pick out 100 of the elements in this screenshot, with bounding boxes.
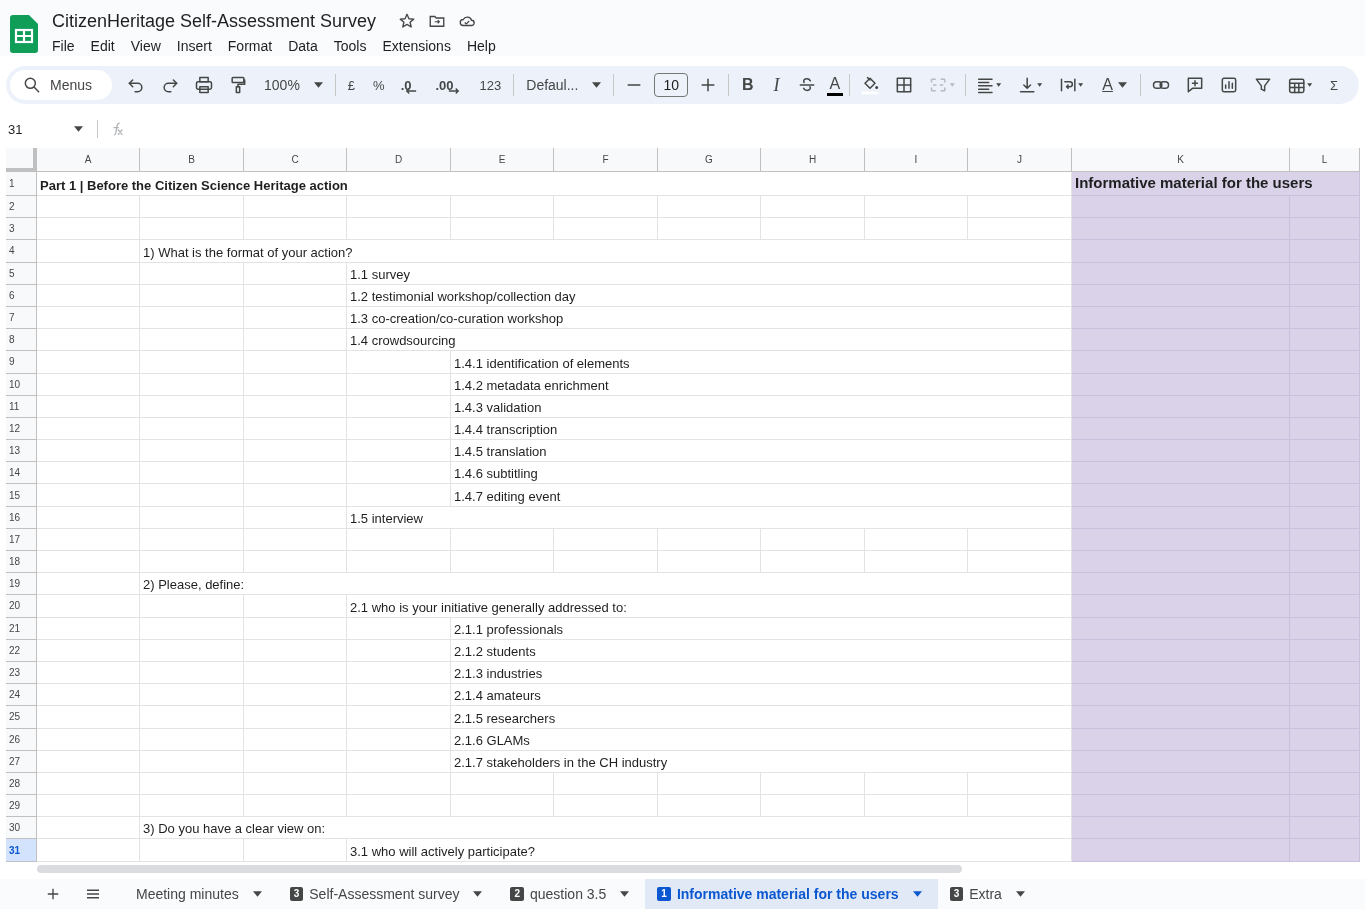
text-rotation-button[interactable]: A bbox=[1095, 71, 1134, 99]
table-cell[interactable] bbox=[1290, 240, 1360, 263]
select-all-corner[interactable] bbox=[6, 148, 37, 172]
table-cell[interactable]: 2.1.3 industries bbox=[451, 661, 1072, 685]
table-cell[interactable] bbox=[244, 306, 347, 330]
table-cell[interactable] bbox=[1072, 329, 1290, 352]
table-cell[interactable] bbox=[347, 795, 451, 818]
sheet-tab[interactable]: 1 Informative material for the users bbox=[645, 878, 938, 909]
table-cell[interactable] bbox=[140, 617, 244, 640]
row-header[interactable]: 4 bbox=[6, 240, 37, 263]
table-cell[interactable] bbox=[865, 218, 968, 241]
table-cell[interactable] bbox=[1290, 284, 1360, 307]
table-cell[interactable] bbox=[244, 329, 347, 352]
table-cell[interactable] bbox=[1072, 284, 1290, 307]
table-cell[interactable] bbox=[244, 595, 347, 618]
sheet-tab[interactable]: 2 question 3.5 bbox=[498, 878, 646, 909]
column-header[interactable]: G bbox=[658, 148, 761, 172]
row-header[interactable]: 12 bbox=[6, 417, 37, 441]
table-cell[interactable] bbox=[1072, 528, 1290, 551]
table-cell[interactable] bbox=[451, 551, 554, 574]
row-header[interactable]: 14 bbox=[6, 462, 37, 485]
row-header[interactable]: 28 bbox=[6, 772, 37, 796]
text-color-button[interactable]: A bbox=[826, 74, 844, 96]
table-cell[interactable]: 1.1 survey bbox=[347, 262, 1072, 285]
table-cell[interactable] bbox=[37, 639, 140, 662]
toolbar-button[interactable]: £ bbox=[341, 71, 362, 99]
table-cell[interactable] bbox=[347, 196, 451, 219]
column-header[interactable]: D bbox=[347, 148, 451, 172]
table-cell[interactable] bbox=[37, 440, 140, 463]
table-cell[interactable] bbox=[1072, 262, 1290, 285]
table-cell[interactable] bbox=[1290, 196, 1360, 219]
table-cell[interactable] bbox=[37, 528, 140, 551]
table-cell[interactable] bbox=[865, 772, 968, 796]
table-cell[interactable] bbox=[37, 573, 140, 596]
row-header[interactable]: 24 bbox=[6, 684, 37, 707]
table-cell[interactable] bbox=[347, 617, 451, 640]
table-cell[interactable] bbox=[244, 262, 347, 285]
table-cell[interactable] bbox=[1072, 661, 1290, 685]
table-cell[interactable] bbox=[1072, 440, 1290, 463]
column-header[interactable]: C bbox=[244, 148, 347, 172]
table-cell[interactable] bbox=[658, 528, 761, 551]
table-cell[interactable] bbox=[1290, 306, 1360, 330]
table-cell[interactable] bbox=[140, 750, 244, 773]
table-cell[interactable] bbox=[244, 639, 347, 662]
table-cell[interactable] bbox=[347, 528, 451, 551]
column-header[interactable]: B bbox=[140, 148, 244, 172]
row-header[interactable]: 5 bbox=[6, 262, 37, 285]
table-cell[interactable] bbox=[140, 373, 244, 396]
table-cell[interactable] bbox=[1290, 262, 1360, 285]
table-cell[interactable] bbox=[37, 684, 140, 707]
table-cell[interactable]: 1.4.1 identification of elements bbox=[451, 351, 1072, 374]
table-cell[interactable] bbox=[554, 551, 658, 574]
table-cell[interactable] bbox=[244, 506, 347, 529]
row-header[interactable]: 19 bbox=[6, 573, 37, 596]
row-header[interactable]: 30 bbox=[6, 817, 37, 840]
table-cell[interactable] bbox=[1072, 728, 1290, 751]
table-cell[interactable]: 1.4.3 validation bbox=[451, 395, 1072, 418]
table-cell[interactable] bbox=[140, 196, 244, 219]
table-cell[interactable] bbox=[140, 329, 244, 352]
star-icon[interactable] bbox=[398, 12, 417, 30]
table-cell[interactable] bbox=[140, 218, 244, 241]
table-cell[interactable] bbox=[244, 728, 347, 751]
row-header[interactable]: 31 bbox=[6, 839, 37, 862]
table-cell[interactable] bbox=[1072, 795, 1290, 818]
table-cell[interactable]: 2.1.7 stakeholders in the CH industry bbox=[451, 750, 1072, 773]
table-cell[interactable] bbox=[37, 262, 140, 285]
table-cell[interactable] bbox=[37, 329, 140, 352]
table-cell[interactable] bbox=[140, 595, 244, 618]
table-cell[interactable] bbox=[244, 351, 347, 374]
table-cell[interactable]: 1.4.2 metadata enrichment bbox=[451, 373, 1072, 396]
table-cell[interactable] bbox=[37, 484, 140, 507]
table-cell[interactable] bbox=[865, 196, 968, 219]
table-cell[interactable] bbox=[37, 417, 140, 441]
dropdown-button[interactable]: Defaul... bbox=[520, 71, 608, 99]
caret-icon[interactable] bbox=[592, 82, 602, 88]
table-cell[interactable]: 3) Do you have a clear view on: bbox=[140, 817, 1072, 840]
table-cell[interactable] bbox=[1072, 617, 1290, 640]
table-cell[interactable] bbox=[347, 639, 451, 662]
table-cell[interactable]: 1.5 interview bbox=[347, 506, 1072, 529]
caret-icon[interactable] bbox=[620, 890, 630, 897]
table-cell[interactable] bbox=[244, 684, 347, 707]
table-cell[interactable] bbox=[865, 528, 968, 551]
table-cell[interactable]: 1.4.5 translation bbox=[451, 440, 1072, 463]
menu-item[interactable]: Extensions bbox=[382, 36, 459, 56]
table-cell[interactable] bbox=[37, 462, 140, 485]
toolbar-button[interactable]: 123 bbox=[473, 71, 508, 99]
table-cell[interactable] bbox=[554, 772, 658, 796]
caret-icon[interactable] bbox=[74, 126, 83, 132]
italic-button[interactable]: I bbox=[766, 71, 787, 99]
table-cell[interactable] bbox=[451, 772, 554, 796]
table-cell[interactable] bbox=[554, 218, 658, 241]
table-cell[interactable] bbox=[1290, 417, 1360, 441]
table-cell[interactable] bbox=[658, 196, 761, 219]
table-cell[interactable] bbox=[244, 661, 347, 685]
menu-item[interactable]: Format bbox=[227, 36, 281, 56]
table-cell[interactable] bbox=[140, 728, 244, 751]
caret-icon[interactable] bbox=[313, 82, 323, 88]
table-cell[interactable] bbox=[140, 506, 244, 529]
table-cell[interactable] bbox=[140, 484, 244, 507]
table-cell[interactable] bbox=[37, 218, 140, 241]
